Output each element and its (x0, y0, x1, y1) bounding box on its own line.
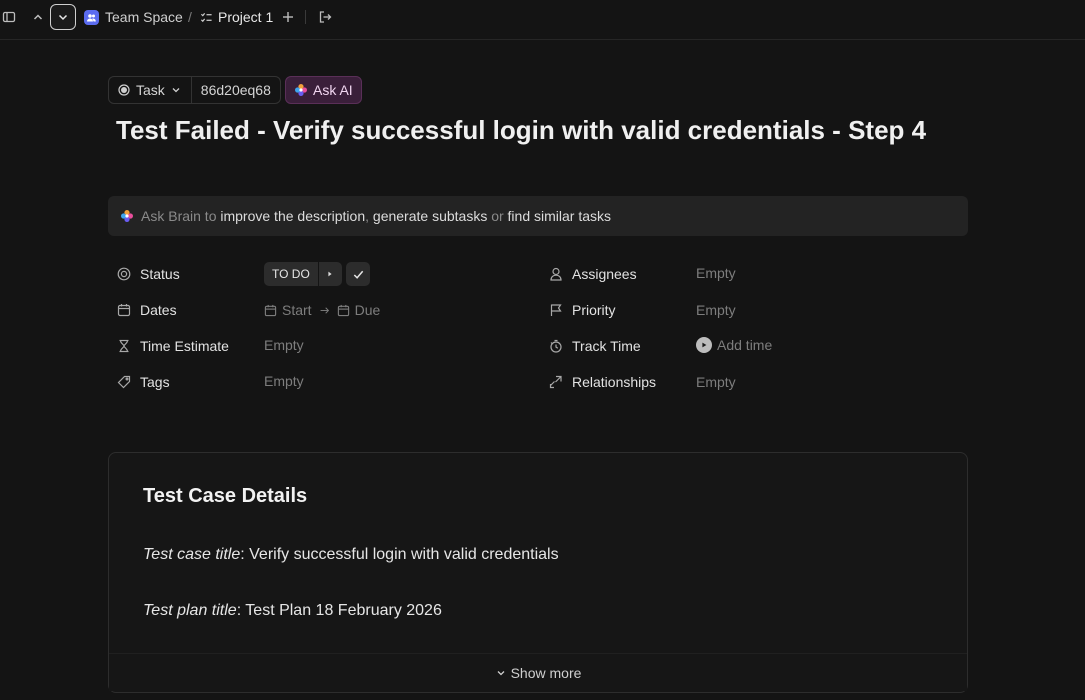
calendar-icon (117, 303, 131, 317)
toolbar-divider (305, 10, 306, 24)
dates-label: Dates (140, 302, 177, 318)
tags-value[interactable]: Empty (264, 371, 304, 391)
complete-check-icon[interactable] (346, 262, 370, 286)
chevron-down-icon (172, 88, 180, 93)
find-similar-tasks-link[interactable]: find similar tasks (508, 208, 611, 224)
track-time-label: Track Time (572, 338, 641, 354)
exit-icon[interactable] (312, 4, 338, 30)
test-plan-title-line: Test plan title: Test Plan 18 February 2… (143, 602, 442, 620)
checklist-icon (200, 12, 212, 22)
flag-icon (549, 303, 563, 317)
sidebar-toggle-icon[interactable] (0, 4, 22, 30)
relationships-icon (549, 375, 563, 389)
start-date-label: Start (282, 302, 312, 318)
test-case-title-label: Test case title (143, 546, 241, 563)
test-case-title-line: Test case title: Verify successful login… (143, 546, 559, 564)
dates-property: Dates (117, 300, 177, 320)
due-date-label: Due (354, 302, 381, 318)
chevron-down-icon[interactable] (50, 4, 76, 30)
breadcrumb-space-label: Team Space (105, 9, 183, 25)
priority-property: Priority (549, 300, 616, 320)
tag-icon (117, 375, 131, 389)
brain-comma: , (365, 208, 370, 224)
brain-flower-icon (121, 210, 133, 222)
add-time-label: Add time (717, 337, 773, 353)
generate-subtasks-link[interactable]: generate subtasks (373, 208, 487, 224)
show-more-button[interactable]: Show more (109, 653, 967, 691)
team-space-icon (84, 9, 99, 25)
arrow-right-icon (320, 306, 329, 314)
assignees-value[interactable]: Empty (696, 263, 736, 283)
time-estimate-property: Time Estimate (117, 336, 229, 356)
task-id[interactable]: 86d20eq68 (190, 77, 280, 103)
top-bar: Team Space / Project 1 (0, 0, 1085, 40)
status-next-icon[interactable] (317, 262, 342, 286)
hourglass-icon (117, 339, 131, 353)
chevron-up-icon[interactable] (25, 4, 51, 30)
task-type-icon (118, 84, 130, 96)
test-plan-title-label: Test plan title (143, 602, 237, 619)
tags-property: Tags (117, 372, 170, 392)
priority-value[interactable]: Empty (696, 300, 736, 320)
breadcrumb-list-label: Project 1 (218, 9, 274, 25)
test-plan-title-value: : Test Plan 18 February 2026 (236, 602, 442, 619)
relationships-property: Relationships (549, 372, 656, 392)
due-calendar-icon (337, 304, 349, 316)
relationships-value[interactable]: Empty (696, 372, 736, 392)
track-time-property: Track Time (549, 336, 641, 356)
add-icon[interactable] (275, 4, 301, 30)
breadcrumb-separator: / (188, 9, 192, 25)
test-case-title-value: : Verify successful login with valid cre… (240, 546, 559, 563)
improve-description-link[interactable]: improve the description (220, 208, 365, 224)
brain-or: or (491, 208, 504, 224)
ask-brain-bar: Ask Brain to improve the description, ge… (108, 196, 968, 236)
tags-label: Tags (140, 374, 170, 390)
play-icon[interactable] (696, 337, 712, 353)
task-title[interactable]: Test Failed - Verify successful login wi… (116, 113, 936, 148)
user-icon (549, 267, 563, 281)
assignees-label: Assignees (572, 266, 637, 282)
brain-prefix: Ask Brain to (141, 208, 217, 224)
status-icon (117, 267, 131, 281)
assignees-property: Assignees (549, 264, 637, 284)
status-label: Status (140, 266, 180, 282)
stopwatch-icon (549, 339, 563, 353)
start-calendar-icon (264, 304, 277, 316)
track-time-value[interactable]: Add time (696, 335, 772, 355)
description-card[interactable]: Test Case Details Test case title: Verif… (108, 452, 968, 693)
time-estimate-value[interactable]: Empty (264, 335, 304, 355)
ai-flower-icon (295, 84, 307, 96)
time-estimate-label: Time Estimate (140, 338, 229, 354)
status-select[interactable]: TO DO (264, 262, 342, 286)
status-value: TO DO (272, 267, 310, 281)
task-type-label: Task (136, 82, 165, 98)
breadcrumb-list[interactable]: Project 1 (200, 8, 273, 26)
priority-label: Priority (572, 302, 616, 318)
relationships-label: Relationships (572, 374, 657, 390)
ask-ai-button[interactable]: Ask AI (285, 76, 362, 104)
status-property: Status (117, 264, 180, 284)
chevron-down-icon (497, 670, 505, 675)
dates-value[interactable]: Start Due (264, 300, 380, 320)
details-heading: Test Case Details (143, 485, 308, 507)
ask-ai-label: Ask AI (313, 82, 353, 98)
task-meta-group: Task 86d20eq68 (108, 76, 281, 104)
task-type-dropdown[interactable]: Task (109, 77, 191, 103)
show-more-label: Show more (510, 664, 582, 681)
breadcrumb-space[interactable]: Team Space (84, 8, 183, 26)
